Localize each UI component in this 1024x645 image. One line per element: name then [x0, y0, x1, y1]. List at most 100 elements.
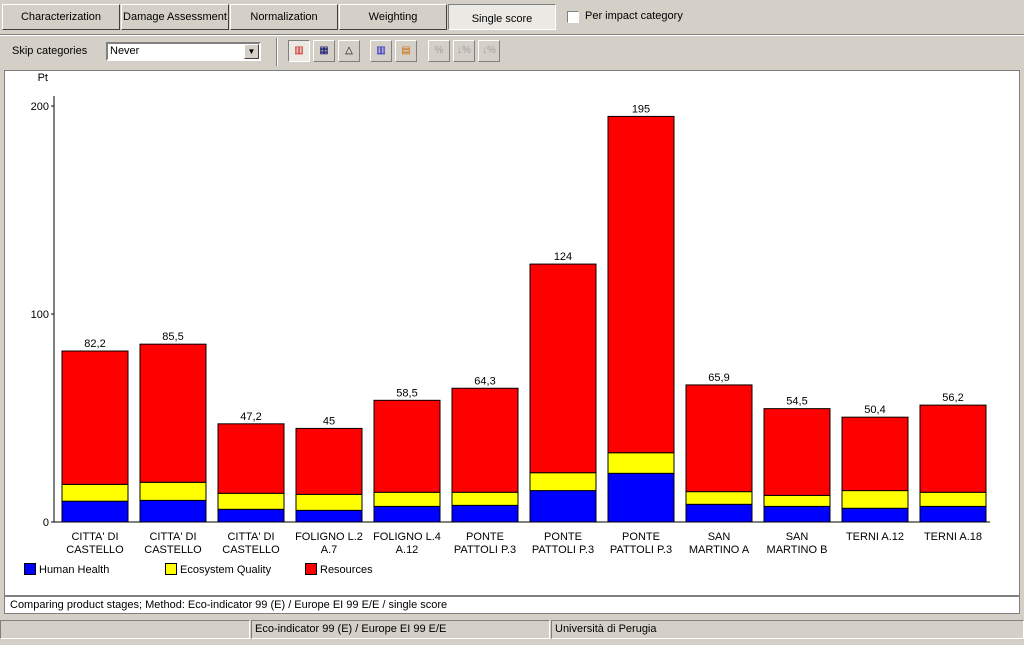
y-tick-label: 0: [43, 517, 49, 529]
divider: [0, 34, 1024, 36]
bar-segment-human-health: [841, 507, 909, 523]
x-tick-label: PONTE: [466, 531, 504, 543]
x-tick-label: SAN: [708, 531, 731, 543]
legend-swatch: [24, 563, 36, 575]
x-tick-label: TERNI A.12: [846, 531, 904, 543]
bar-segment-resources: [217, 423, 285, 494]
x-tick-label: CASTELLO: [144, 544, 202, 556]
bar-segment-human-health: [373, 505, 441, 523]
bar-segment-ecosystem-quality: [529, 472, 597, 492]
x-tick-label: PONTE: [622, 531, 660, 543]
bar-segment-human-health: [763, 505, 831, 523]
bar-total-label: 124: [554, 251, 572, 263]
bar-total-label: 45: [323, 415, 335, 427]
x-tick-label: A.7: [321, 544, 338, 556]
x-tick-label: SAN: [786, 531, 809, 543]
x-tick-label: CASTELLO: [66, 544, 124, 556]
per-impact-category-label: Per impact category: [585, 10, 683, 22]
x-tick-label: A.12: [396, 544, 419, 556]
bar-segment-human-health: [919, 505, 987, 523]
legend-label: Resources: [320, 564, 373, 576]
bar-chart-icon[interactable]: ▥: [288, 40, 310, 62]
bar-segment-resources: [919, 404, 987, 493]
legend-swatch: [165, 563, 177, 575]
chevron-down-icon[interactable]: ▼: [244, 44, 259, 59]
legend-label: Human Health: [39, 564, 110, 576]
legend-resources: Resources: [305, 563, 373, 576]
bar-total-label: 195: [632, 103, 650, 115]
bar-segment-resources: [295, 427, 363, 495]
chart-panel: Pt 0 100 200 82,2 CITTA' DI CASTELLO 85,5 CITTA'…: [4, 70, 1020, 596]
legend-human-health: Human Health: [24, 563, 109, 576]
bar-segment-human-health: [529, 490, 597, 523]
x-tick-label: PATTOLI P.3: [610, 544, 672, 556]
per-impact-category-checkbox[interactable]: [567, 11, 579, 23]
grouped-bar-icon[interactable]: ▥: [370, 40, 392, 62]
legend-swatch: [305, 563, 317, 575]
stacked-chart-icon[interactable]: ▤: [395, 40, 417, 62]
tab-damage-assessment[interactable]: Damage Assessment: [121, 4, 229, 30]
bar-total-label: 50,4: [864, 404, 885, 416]
bar-total-label: 47,2: [240, 411, 261, 423]
chart-caption: Comparing product stages; Method: Eco-in…: [4, 596, 1020, 614]
x-tick-label: FOLIGNO L.2: [295, 531, 363, 543]
tab-weighting[interactable]: Weighting: [339, 4, 447, 30]
status-organization: Università di Perugia: [551, 620, 1024, 639]
bar-segment-resources: [373, 399, 441, 493]
x-tick-label: CITTA' DI: [227, 531, 274, 543]
x-tick-label: PATTOLI P.3: [454, 544, 516, 556]
x-tick-label: CITTA' DI: [71, 531, 118, 543]
bar-total-label: 65,9: [708, 372, 729, 384]
bar-segment-human-health: [607, 472, 675, 523]
bar-total-label: 82,2: [84, 338, 105, 350]
bar-segment-ecosystem-quality: [217, 492, 285, 510]
y-axis-label: Pt: [38, 72, 48, 84]
x-tick-label: PONTE: [544, 531, 582, 543]
bar-segment-ecosystem-quality: [685, 491, 753, 505]
bar-total-label: 54,5: [786, 396, 807, 408]
y-tick-label: 200: [31, 101, 49, 113]
bar-segment-ecosystem-quality: [607, 452, 675, 474]
x-tick-label: TERNI A.18: [924, 531, 982, 543]
bar-segment-ecosystem-quality: [763, 494, 831, 507]
bar-segment-resources: [139, 343, 207, 483]
sort-percent-asc-icon[interactable]: ↓%: [478, 40, 500, 62]
skip-categories-select[interactable]: Never ▼: [106, 42, 261, 61]
bar-segment-ecosystem-quality: [139, 481, 207, 501]
bar-segment-ecosystem-quality: [841, 490, 909, 509]
x-tick-label: MARTINO A: [689, 544, 750, 556]
bar-segment-human-health: [685, 503, 753, 523]
percent-icon[interactable]: %: [428, 40, 450, 62]
bar-segment-human-health: [451, 504, 519, 523]
x-tick-label: CASTELLO: [222, 544, 280, 556]
y-tick-label: 100: [31, 309, 49, 321]
bar-segment-ecosystem-quality: [373, 491, 441, 507]
skip-categories-value: Never: [110, 45, 140, 57]
bar-segment-human-health: [61, 500, 129, 523]
toolbar-separator: [276, 38, 278, 66]
bar-segment-ecosystem-quality: [919, 491, 987, 507]
x-tick-label: CITTA' DI: [149, 531, 196, 543]
skip-categories-label: Skip categories: [12, 45, 88, 57]
bar-segment-ecosystem-quality: [61, 483, 129, 502]
bar-segment-resources: [529, 263, 597, 474]
bar-segment-resources: [451, 387, 519, 493]
status-cell-1: [0, 620, 250, 639]
bar-total-label: 85,5: [162, 331, 183, 343]
bar-segment-ecosystem-quality: [295, 493, 363, 511]
bar-segment-human-health: [139, 499, 207, 523]
triangle-chart-icon[interactable]: △: [338, 40, 360, 62]
bar-segment-human-health: [217, 508, 285, 523]
legend-label: Ecosystem Quality: [180, 564, 272, 576]
bar-total-label: 64,3: [474, 375, 495, 387]
sort-percent-desc-icon[interactable]: ↓%: [453, 40, 475, 62]
x-tick-label: PATTOLI P.3: [532, 544, 594, 556]
bar-segment-human-health: [295, 509, 363, 523]
bar-segment-resources: [607, 115, 675, 454]
tab-single-score[interactable]: Single score: [448, 4, 556, 30]
bar-segment-resources: [841, 416, 909, 492]
table-icon[interactable]: ▦: [313, 40, 335, 62]
bar-segment-resources: [763, 408, 831, 496]
tab-characterization[interactable]: Characterization: [2, 4, 120, 30]
tab-normalization[interactable]: Normalization: [230, 4, 338, 30]
